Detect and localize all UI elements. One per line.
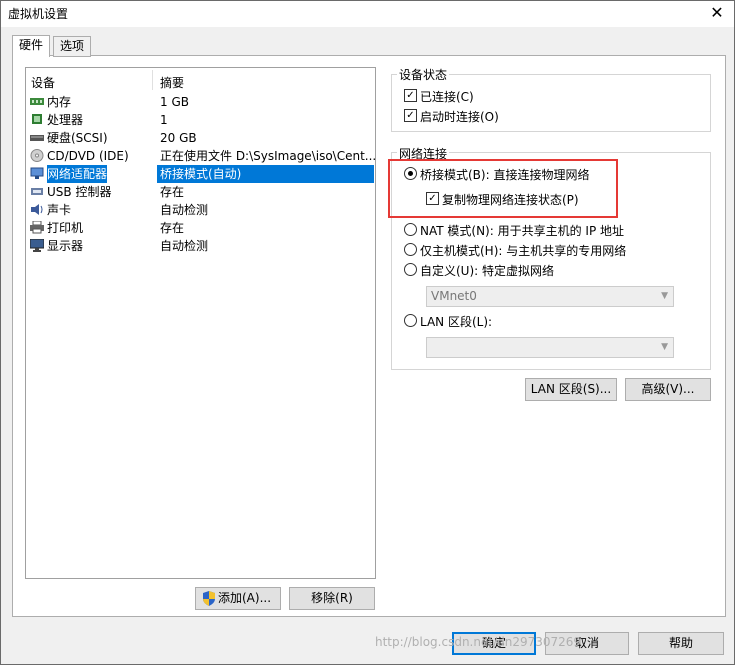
device-row-processor[interactable]: 处理器 1 — [27, 111, 373, 129]
close-icon[interactable]: ✕ — [704, 2, 730, 24]
nat-radio[interactable] — [404, 223, 417, 236]
device-row-sound[interactable]: 声卡 自动检测 — [27, 201, 373, 219]
add-button-label: 添加(A)... — [218, 591, 272, 605]
monitor-icon — [30, 239, 44, 252]
custom-radio[interactable] — [404, 263, 417, 276]
watermark: http://blog.csdn.net/dn297307269 — [375, 635, 582, 649]
custom-label[interactable]: 自定义(U): 特定虚拟网络 — [420, 262, 554, 279]
device-name: 显示器 — [47, 239, 84, 253]
device-row-printer[interactable]: 打印机 存在 — [27, 219, 373, 237]
usb-icon — [31, 188, 43, 195]
column-header-summary[interactable]: 摘要 — [160, 74, 184, 91]
connected-label[interactable]: 已连接(C) — [420, 88, 474, 105]
disk-icon — [30, 135, 44, 141]
connect-at-power-on-checkbox[interactable]: ✓ — [404, 109, 417, 122]
window-title: 虚拟机设置 — [8, 7, 69, 21]
device-summary: 存在 — [160, 221, 185, 235]
sound-icon — [31, 204, 43, 215]
device-summary: 桥接模式(自动) — [160, 167, 242, 181]
device-summary: 1 — [160, 113, 168, 127]
add-button[interactable]: 添加(A)... — [195, 587, 281, 610]
cd-icon — [30, 149, 44, 162]
device-summary: 自动检测 — [160, 239, 209, 253]
highlight-box — [388, 159, 618, 218]
connect-at-power-on-label[interactable]: 启动时连接(O) — [420, 108, 499, 125]
tab-options[interactable]: 选项 — [53, 36, 92, 57]
host-only-radio[interactable] — [404, 243, 417, 256]
device-name: 内存 — [47, 95, 72, 109]
device-status-label: 设备状态 — [397, 66, 450, 83]
printer-icon — [30, 221, 44, 234]
memory-icon — [30, 98, 44, 105]
lan-segment-select[interactable]: ▼ — [426, 337, 674, 358]
help-button[interactable]: 帮助 — [638, 632, 724, 655]
device-row-network[interactable]: 网络适配器 桥接模式(自动) — [27, 165, 374, 183]
device-summary: 20 GB — [160, 131, 197, 145]
device-name: CD/DVD (IDE) — [47, 149, 129, 163]
device-name: USB 控制器 — [47, 185, 112, 199]
device-row-usb[interactable]: USB 控制器 存在 — [27, 183, 373, 201]
lan-segment-label[interactable]: LAN 区段(L): — [420, 313, 492, 330]
shield-icon — [203, 591, 215, 606]
custom-network-value: VMnet0 — [431, 289, 477, 303]
connected-checkbox[interactable]: ✓ — [404, 89, 417, 102]
device-summary: 自动检测 — [160, 203, 209, 217]
device-row-disk[interactable]: 硬盘(SCSI) 20 GB — [27, 129, 373, 147]
device-row-memory[interactable]: 内存 1 GB — [27, 93, 373, 111]
device-name: 网络适配器 — [47, 165, 108, 183]
lan-segment-radio[interactable] — [404, 314, 417, 327]
device-row-monitor[interactable]: 显示器 自动检测 — [27, 237, 373, 255]
remove-button[interactable]: 移除(R) — [289, 587, 375, 610]
chevron-down-icon: ▼ — [661, 291, 668, 301]
device-name: 打印机 — [47, 221, 84, 235]
tab-hardware[interactable]: 硬件 — [12, 35, 51, 57]
processor-icon — [32, 114, 42, 124]
device-summary: 正在使用文件 D:\SysImage\iso\Cent... — [160, 149, 377, 163]
device-summary: 存在 — [160, 185, 185, 199]
advanced-button[interactable]: 高级(V)... — [625, 378, 711, 401]
device-summary: 1 GB — [160, 95, 189, 109]
column-header-device[interactable]: 设备 — [31, 74, 55, 91]
device-name: 声卡 — [47, 203, 72, 217]
device-row-cd-dvd[interactable]: CD/DVD (IDE) 正在使用文件 D:\SysImage\iso\Cent… — [27, 147, 377, 165]
column-divider — [152, 70, 153, 90]
lan-segments-button[interactable]: LAN 区段(S)... — [525, 378, 617, 401]
custom-network-select[interactable]: VMnet0 ▼ — [426, 286, 674, 307]
nat-label[interactable]: NAT 模式(N): 用于共享主机的 IP 地址 — [420, 222, 624, 239]
host-only-label[interactable]: 仅主机模式(H): 与主机共享的专用网络 — [420, 242, 626, 259]
title-bar — [1, 1, 734, 27]
device-name: 硬盘(SCSI) — [47, 131, 108, 145]
chevron-down-icon: ▼ — [661, 342, 668, 352]
network-icon — [30, 167, 44, 179]
device-name: 处理器 — [47, 113, 84, 127]
